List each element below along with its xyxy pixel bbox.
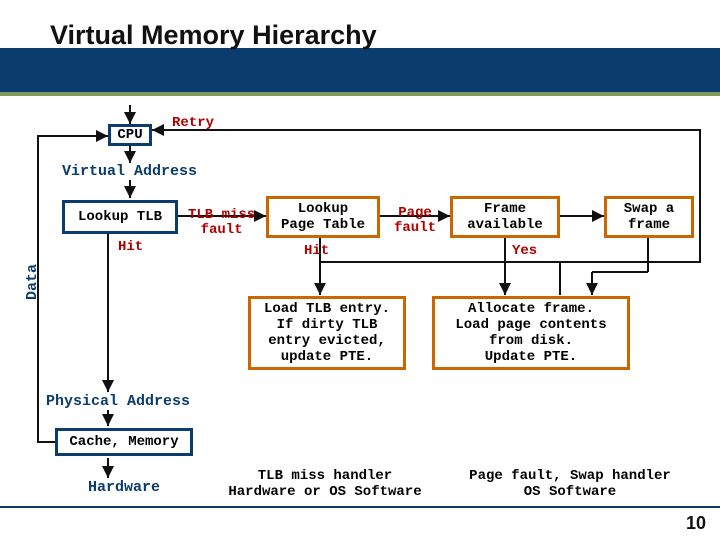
footer-tlb-miss-handler: TLB miss handler Hardware or OS Software <box>220 468 430 500</box>
node-load-tlb-entry: Load TLB entry. If dirty TLB entry evict… <box>248 296 406 370</box>
edge-retry-label: Retry <box>172 116 214 131</box>
node-frame-available-label: Frame available <box>467 201 543 233</box>
edge-frame-yes-label: Yes <box>512 244 537 259</box>
title-green-strip <box>0 92 720 96</box>
node-cpu-label: CPU <box>117 127 142 143</box>
node-cache-memory-label: Cache, Memory <box>69 434 178 450</box>
edge-tlb-miss-label: TLB miss fault <box>188 208 255 239</box>
edge-tlb-hit-label: Hit <box>118 240 143 255</box>
state-hardware: Hardware <box>88 480 160 497</box>
node-frame-available: Frame available <box>450 196 560 238</box>
state-virtual-address: Virtual Address <box>62 164 197 181</box>
page-title: Virtual Memory Hierarchy <box>50 20 377 51</box>
node-allocate-frame-label: Allocate frame. Load page contents from … <box>455 301 606 365</box>
node-allocate-frame: Allocate frame. Load page contents from … <box>432 296 630 370</box>
title-bar: Virtual Memory Hierarchy <box>0 0 720 96</box>
node-swap-frame-label: Swap a frame <box>624 201 674 233</box>
node-lookup-pt: Lookup Page Table <box>266 196 380 238</box>
node-lookup-tlb-label: Lookup TLB <box>78 209 162 225</box>
edge-data-label: Data <box>24 264 41 300</box>
title-blue-band <box>0 48 720 92</box>
footer-page-fault-handler: Page fault, Swap handler OS Software <box>450 468 690 500</box>
node-load-tlb-entry-label: Load TLB entry. If dirty TLB entry evict… <box>264 301 390 365</box>
node-lookup-pt-label: Lookup Page Table <box>281 201 365 233</box>
edge-page-fault-label: Page fault <box>394 206 436 237</box>
node-cache-memory: Cache, Memory <box>55 428 193 456</box>
footer-rule <box>0 506 720 508</box>
node-swap-frame: Swap a frame <box>604 196 694 238</box>
state-physical-address: Physical Address <box>46 394 190 411</box>
node-cpu: CPU <box>108 124 152 146</box>
slide-number: 10 <box>686 513 706 534</box>
edge-pt-hit-label: Hit <box>304 244 329 259</box>
node-lookup-tlb: Lookup TLB <box>62 200 178 234</box>
